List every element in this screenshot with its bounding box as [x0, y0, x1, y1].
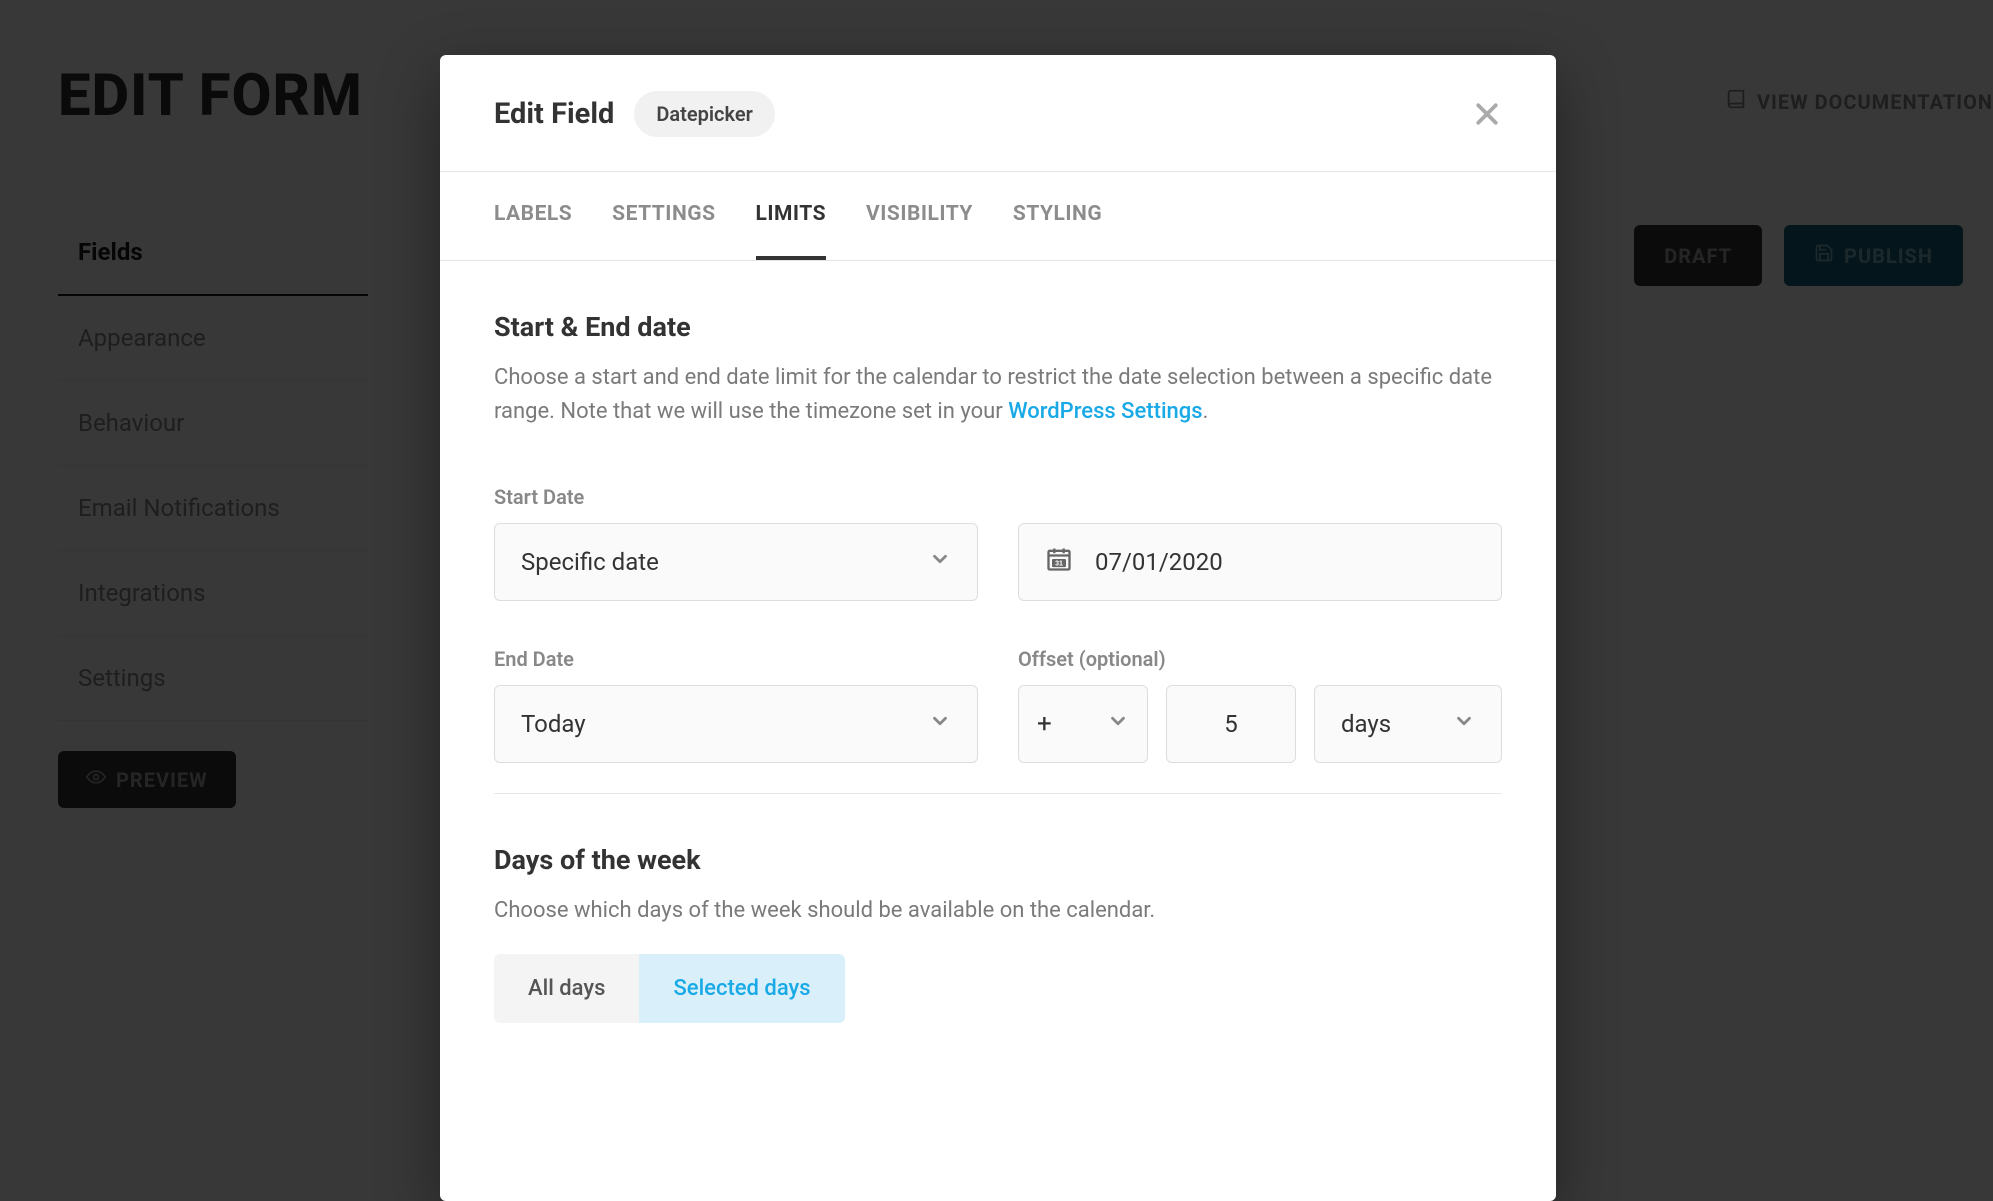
section-days-title: Days of the week: [494, 844, 1502, 876]
modal-title: Edit Field: [494, 97, 614, 131]
toggle-all-days[interactable]: All days: [494, 954, 639, 1023]
calendar-icon: 31: [1045, 545, 1073, 579]
tab-settings[interactable]: SETTINGS: [612, 172, 715, 260]
edit-field-modal: Edit Field Datepicker LABELS SETTINGS LI…: [440, 55, 1556, 1201]
offset-number-input[interactable]: 5: [1166, 685, 1296, 763]
tab-labels[interactable]: LABELS: [494, 172, 572, 260]
end-date-mode-value: Today: [521, 710, 586, 738]
offset-unit-value: days: [1341, 710, 1391, 738]
end-date-row: End Date Today Offset (optional) +: [494, 647, 1502, 763]
close-button[interactable]: [1472, 99, 1502, 129]
chevron-down-icon: [1453, 710, 1475, 738]
tab-visibility[interactable]: VISIBILITY: [866, 172, 973, 260]
offset-label: Offset (optional): [1018, 647, 1502, 671]
section-divider: [494, 793, 1502, 794]
tab-styling[interactable]: STYLING: [1013, 172, 1102, 260]
end-date-label: End Date: [494, 647, 978, 671]
modal-tabs: LABELS SETTINGS LIMITS VISIBILITY STYLIN…: [440, 172, 1556, 261]
chevron-down-icon: [929, 548, 951, 576]
start-date-mode-value: Specific date: [521, 548, 659, 576]
field-type-badge: Datepicker: [634, 91, 774, 137]
section-start-end-desc: Choose a start and end date limit for th…: [494, 361, 1502, 429]
start-date-value: 07/01/2020: [1095, 548, 1223, 576]
start-date-input[interactable]: 31 07/01/2020: [1018, 523, 1502, 601]
desc-text: Choose a start and end date limit for th…: [494, 365, 1492, 424]
wordpress-settings-link[interactable]: WordPress Settings: [1008, 399, 1202, 424]
section-days-desc: Choose which days of the week should be …: [494, 894, 1502, 928]
svg-text:31: 31: [1055, 561, 1063, 568]
tab-limits[interactable]: LIMITS: [756, 172, 827, 260]
offset-unit-select[interactable]: days: [1314, 685, 1502, 763]
modal-body: Start & End date Choose a start and end …: [440, 261, 1556, 1201]
close-icon: [1472, 114, 1502, 133]
days-toggle-group: All days Selected days: [494, 954, 845, 1023]
desc-text-after: .: [1203, 399, 1209, 424]
end-date-mode-select[interactable]: Today: [494, 685, 978, 763]
offset-number-value: 5: [1224, 710, 1238, 738]
start-date-row: Start Date Specific date 31 07/01/2020: [494, 485, 1502, 601]
offset-sign-value: +: [1037, 709, 1052, 739]
offset-sign-select[interactable]: +: [1018, 685, 1148, 763]
section-start-end-title: Start & End date: [494, 311, 1502, 343]
chevron-down-icon: [1107, 710, 1129, 738]
spacer-label: [1018, 485, 1502, 509]
modal-header: Edit Field Datepicker: [440, 55, 1556, 172]
offset-controls: + 5 days: [1018, 685, 1502, 763]
toggle-selected-days[interactable]: Selected days: [639, 954, 844, 1023]
start-date-label: Start Date: [494, 485, 978, 509]
start-date-mode-select[interactable]: Specific date: [494, 523, 978, 601]
chevron-down-icon: [929, 710, 951, 738]
